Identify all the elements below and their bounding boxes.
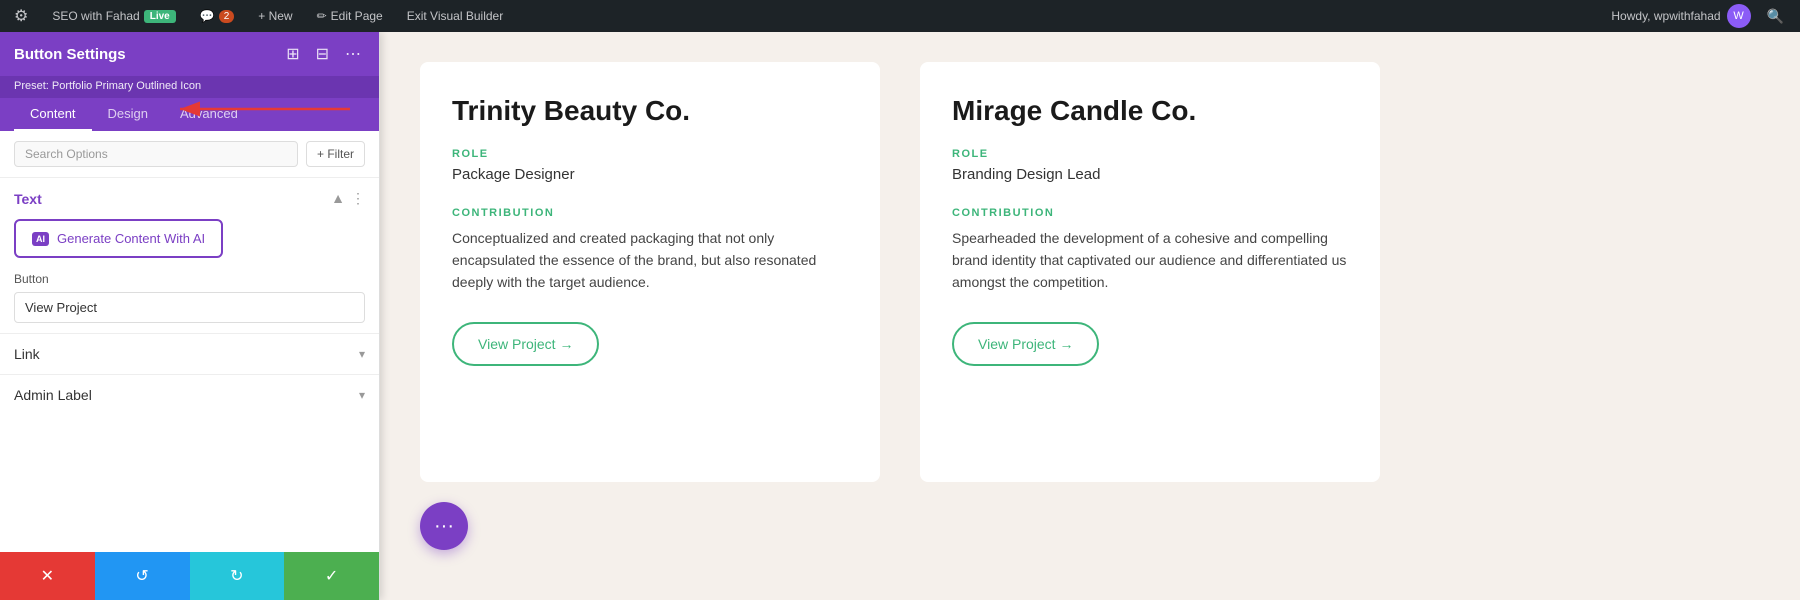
- reset-button[interactable]: ↺: [95, 552, 190, 600]
- card-2-role-label: ROLE: [952, 148, 1348, 160]
- live-badge: Live: [144, 10, 176, 23]
- search-icon[interactable]: 🔍: [1759, 8, 1792, 25]
- delete-icon: ✕: [41, 566, 54, 586]
- main-layout: Button Settings ⊞ ⊟ ⋯ Preset: Portfolio …: [0, 32, 1800, 600]
- resize-icon[interactable]: ⊞: [282, 42, 303, 66]
- greeting-text: Howdy, wpwithfahad: [1611, 9, 1720, 23]
- exit-builder-link[interactable]: Exit Visual Builder: [401, 0, 510, 32]
- comment-icon: 💬: [200, 9, 215, 23]
- card-2-view-project-label: View Project →: [978, 336, 1073, 352]
- ai-icon: AI: [32, 232, 49, 246]
- preset-bar: Preset: Portfolio Primary Outlined Icon: [0, 76, 379, 98]
- comments-link[interactable]: 💬 2: [194, 0, 241, 32]
- link-section[interactable]: Link ▾: [0, 333, 379, 374]
- preset-label: Preset: Portfolio Primary Outlined Icon: [14, 80, 201, 92]
- edit-page-label: Edit Page: [331, 9, 383, 23]
- edit-page-link[interactable]: ✏ Edit Page: [311, 0, 389, 32]
- button-text-input[interactable]: [14, 292, 365, 323]
- avatar: W: [1727, 4, 1751, 28]
- card-1-contribution-text: Conceptualized and created packaging tha…: [452, 227, 848, 294]
- left-panel: Button Settings ⊞ ⊟ ⋯ Preset: Portfolio …: [0, 32, 380, 600]
- admin-label-section[interactable]: Admin Label ▾: [0, 374, 379, 415]
- text-section-title: Text: [14, 191, 42, 207]
- card-2-contribution-label: CONTRIBUTION: [952, 207, 1348, 219]
- save-icon: ✓: [325, 566, 338, 586]
- card-2-contribution-text: Spearheaded the development of a cohesiv…: [952, 227, 1348, 294]
- portfolio-card-1: Trinity Beauty Co. ROLE Package Designer…: [420, 62, 880, 482]
- tab-content[interactable]: Content: [14, 98, 92, 131]
- text-section-header: Text ▲ ⋮: [0, 178, 379, 215]
- save-button[interactable]: ✓: [284, 552, 379, 600]
- site-name[interactable]: SEO with Fahad Live: [46, 0, 181, 32]
- panel-content: Text ▲ ⋮ AI Generate Content With AI But…: [0, 178, 379, 552]
- panel-actions: ✕ ↺ ↻ ✓: [0, 552, 379, 600]
- tab-advanced-label: Advanced: [180, 106, 238, 121]
- delete-button[interactable]: ✕: [0, 552, 95, 600]
- new-label: + New: [258, 9, 292, 23]
- card-2-view-project-button[interactable]: View Project →: [952, 322, 1099, 366]
- card-1-role-label: ROLE: [452, 148, 848, 160]
- tab-content-label: Content: [30, 106, 76, 121]
- filter-button[interactable]: + Filter: [306, 141, 365, 167]
- card-1-view-project-button[interactable]: View Project →: [452, 322, 599, 366]
- tab-design-label: Design: [108, 106, 148, 121]
- search-placeholder: Search Options: [25, 147, 108, 161]
- comment-count: 2: [219, 10, 235, 23]
- card-1-company: Trinity Beauty Co.: [452, 94, 848, 128]
- section-more-icon[interactable]: ⋮: [351, 190, 365, 207]
- filter-label: + Filter: [317, 147, 354, 161]
- button-field-group: Button: [0, 272, 379, 333]
- exit-builder-label: Exit Visual Builder: [407, 9, 504, 23]
- tab-advanced[interactable]: Advanced: [164, 98, 254, 131]
- new-link[interactable]: + New: [252, 0, 298, 32]
- wp-logo[interactable]: ⚙: [8, 6, 34, 26]
- panel-header-icons: ⊞ ⊟ ⋯: [282, 42, 365, 66]
- redo-button[interactable]: ↻: [190, 552, 285, 600]
- search-options-input[interactable]: Search Options: [14, 141, 298, 167]
- panel-tabs: Content Design Advanced: [0, 98, 379, 131]
- card-2-role-value: Branding Design Lead: [952, 166, 1348, 183]
- button-field-label: Button: [14, 272, 365, 286]
- reset-icon: ↺: [135, 566, 148, 586]
- panel-header: Button Settings ⊞ ⊟ ⋯: [0, 32, 379, 76]
- more-icon[interactable]: ⋯: [341, 42, 365, 66]
- panel-title: Button Settings: [14, 46, 126, 63]
- tab-design[interactable]: Design: [92, 98, 164, 131]
- fab-icon: ···: [434, 515, 454, 538]
- panel-search: Search Options + Filter: [0, 131, 379, 178]
- site-name-label: SEO with Fahad: [52, 9, 139, 23]
- pencil-icon: ✏: [317, 9, 327, 23]
- admin-label-section-title: Admin Label: [14, 387, 92, 403]
- columns-icon[interactable]: ⊟: [312, 42, 333, 66]
- admin-label-chevron-icon: ▾: [359, 388, 365, 402]
- card-1-view-project-label: View Project →: [478, 336, 573, 352]
- redo-icon: ↻: [230, 566, 243, 586]
- user-greeting: Howdy, wpwithfahad W: [1611, 4, 1750, 28]
- section-icons: ▲ ⋮: [331, 190, 365, 207]
- card-2-company: Mirage Candle Co.: [952, 94, 1348, 128]
- card-1-role-value: Package Designer: [452, 166, 848, 183]
- admin-bar: ⚙ SEO with Fahad Live 💬 2 + New ✏ Edit P…: [0, 0, 1800, 32]
- floating-action-button[interactable]: ···: [420, 502, 468, 550]
- portfolio-card-2: Mirage Candle Co. ROLE Branding Design L…: [920, 62, 1380, 482]
- link-chevron-icon: ▾: [359, 347, 365, 361]
- ai-generate-button[interactable]: AI Generate Content With AI: [14, 219, 223, 258]
- link-section-title: Link: [14, 346, 40, 362]
- card-1-contribution-label: CONTRIBUTION: [452, 207, 848, 219]
- collapse-icon[interactable]: ▲: [331, 190, 345, 207]
- content-area: Trinity Beauty Co. ROLE Package Designer…: [380, 32, 1800, 600]
- admin-bar-right: Howdy, wpwithfahad W 🔍: [1611, 4, 1792, 28]
- ai-generate-label: Generate Content With AI: [57, 231, 205, 246]
